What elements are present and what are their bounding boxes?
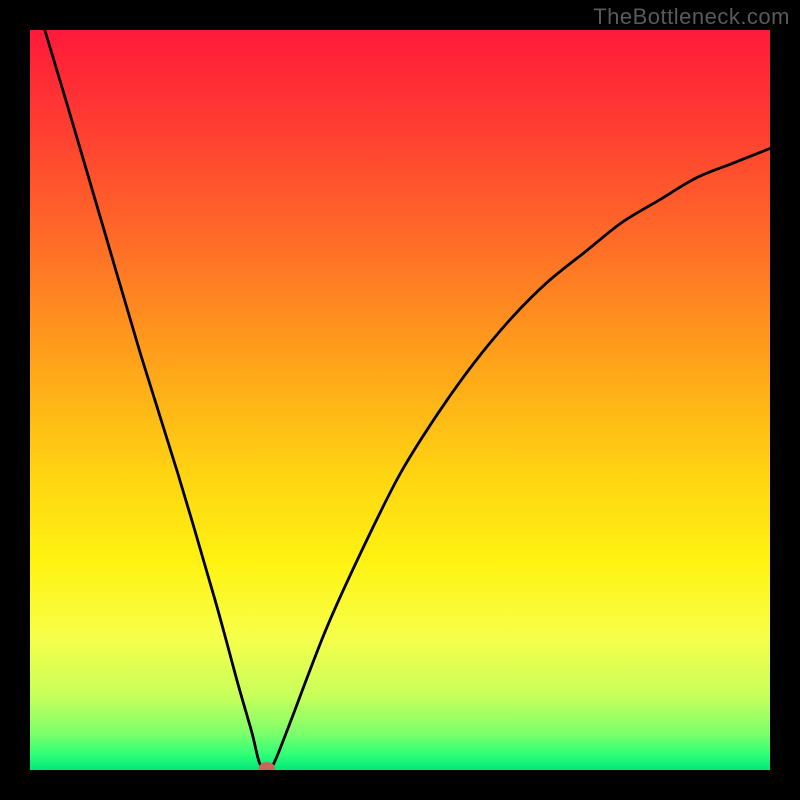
- chart-frame: TheBottleneck.com: [0, 0, 800, 800]
- curve-layer: [30, 30, 770, 770]
- plot-area: [30, 30, 770, 770]
- watermark-text: TheBottleneck.com: [593, 4, 790, 30]
- bottleneck-curve: [45, 30, 770, 770]
